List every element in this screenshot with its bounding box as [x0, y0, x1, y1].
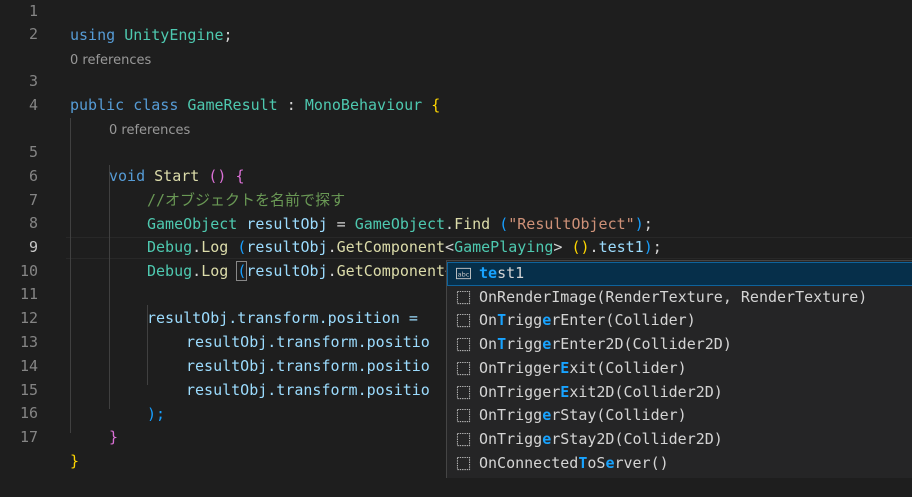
suggestion-item[interactable]: OnTriggerStay2D(Collider2D)	[447, 428, 912, 452]
suggestion-item[interactable]: OnTriggerExit2D(Collider2D)	[447, 381, 912, 405]
suggestion-label: OnRenderImage(RenderTexture, RenderTextu…	[479, 287, 868, 306]
method-icon	[456, 409, 471, 423]
suggestion-label: OnTriggerExit2D(Collider2D)	[479, 382, 723, 401]
suggestion-item-selected[interactable]: abc test1	[447, 262, 912, 286]
suggestion-item[interactable]: OnRenderImage(RenderTexture, RenderTextu…	[447, 286, 912, 310]
suggestion-label: test1	[479, 264, 525, 282]
suggestion-label: OnTriggerExit(Collider)	[479, 358, 687, 377]
code-line: public class GameResult : MonoBehaviour …	[70, 95, 441, 114]
code-line: Debug.Log (resultObj.GetComponent<GamePl…	[147, 237, 662, 256]
method-icon	[456, 314, 471, 328]
autocomplete-suggestion-list[interactable]: abc test1 OnRenderImage(RenderTexture, Ren…	[446, 260, 912, 478]
code-line: using UnityEngine;	[70, 25, 233, 44]
suggestion-label: OnTriggerEnter(Collider)	[479, 311, 696, 330]
bracket-match: (	[236, 260, 248, 281]
method-icon	[456, 385, 471, 399]
codelens-references[interactable]: 0 references	[109, 121, 190, 141]
suggestion-item[interactable]: OnTriggerEnter2D(Collider2D)	[447, 333, 912, 357]
code-line: GameObject resultObj = GameObject.Find (…	[147, 214, 653, 233]
method-icon	[456, 432, 471, 446]
suggestion-item[interactable]: OnTriggerStay(Collider)	[447, 404, 912, 428]
code-line: void Start () {	[109, 166, 245, 185]
method-icon	[456, 338, 471, 352]
suggestion-label: OnTriggerStay2D(Collider2D)	[479, 429, 723, 448]
method-icon	[456, 361, 471, 375]
svg-text:abc: abc	[458, 270, 470, 278]
code-line-active[interactable]: Debug.Log (resultObj.GetComponent<GamePl…	[0, 236, 912, 281]
abc-word-icon: abc	[456, 267, 471, 280]
code-line: //オブジェクトを名前で探す	[147, 190, 346, 209]
suggestion-item[interactable]: OnTriggerExit(Collider)	[447, 357, 912, 381]
suggestion-item[interactable]: OnConnectedToServer()	[447, 452, 912, 476]
suggestion-item[interactable]: OnTriggerEnter(Collider)	[447, 309, 912, 333]
method-icon	[456, 290, 471, 304]
suggestion-label: OnConnectedToServer()	[479, 453, 669, 472]
suggestion-label: OnTriggerStay(Collider)	[479, 406, 687, 425]
codelens-references[interactable]: 0 references	[70, 51, 151, 71]
suggestion-label: OnTriggerEnter2D(Collider2D)	[479, 335, 732, 354]
method-icon	[456, 456, 471, 470]
